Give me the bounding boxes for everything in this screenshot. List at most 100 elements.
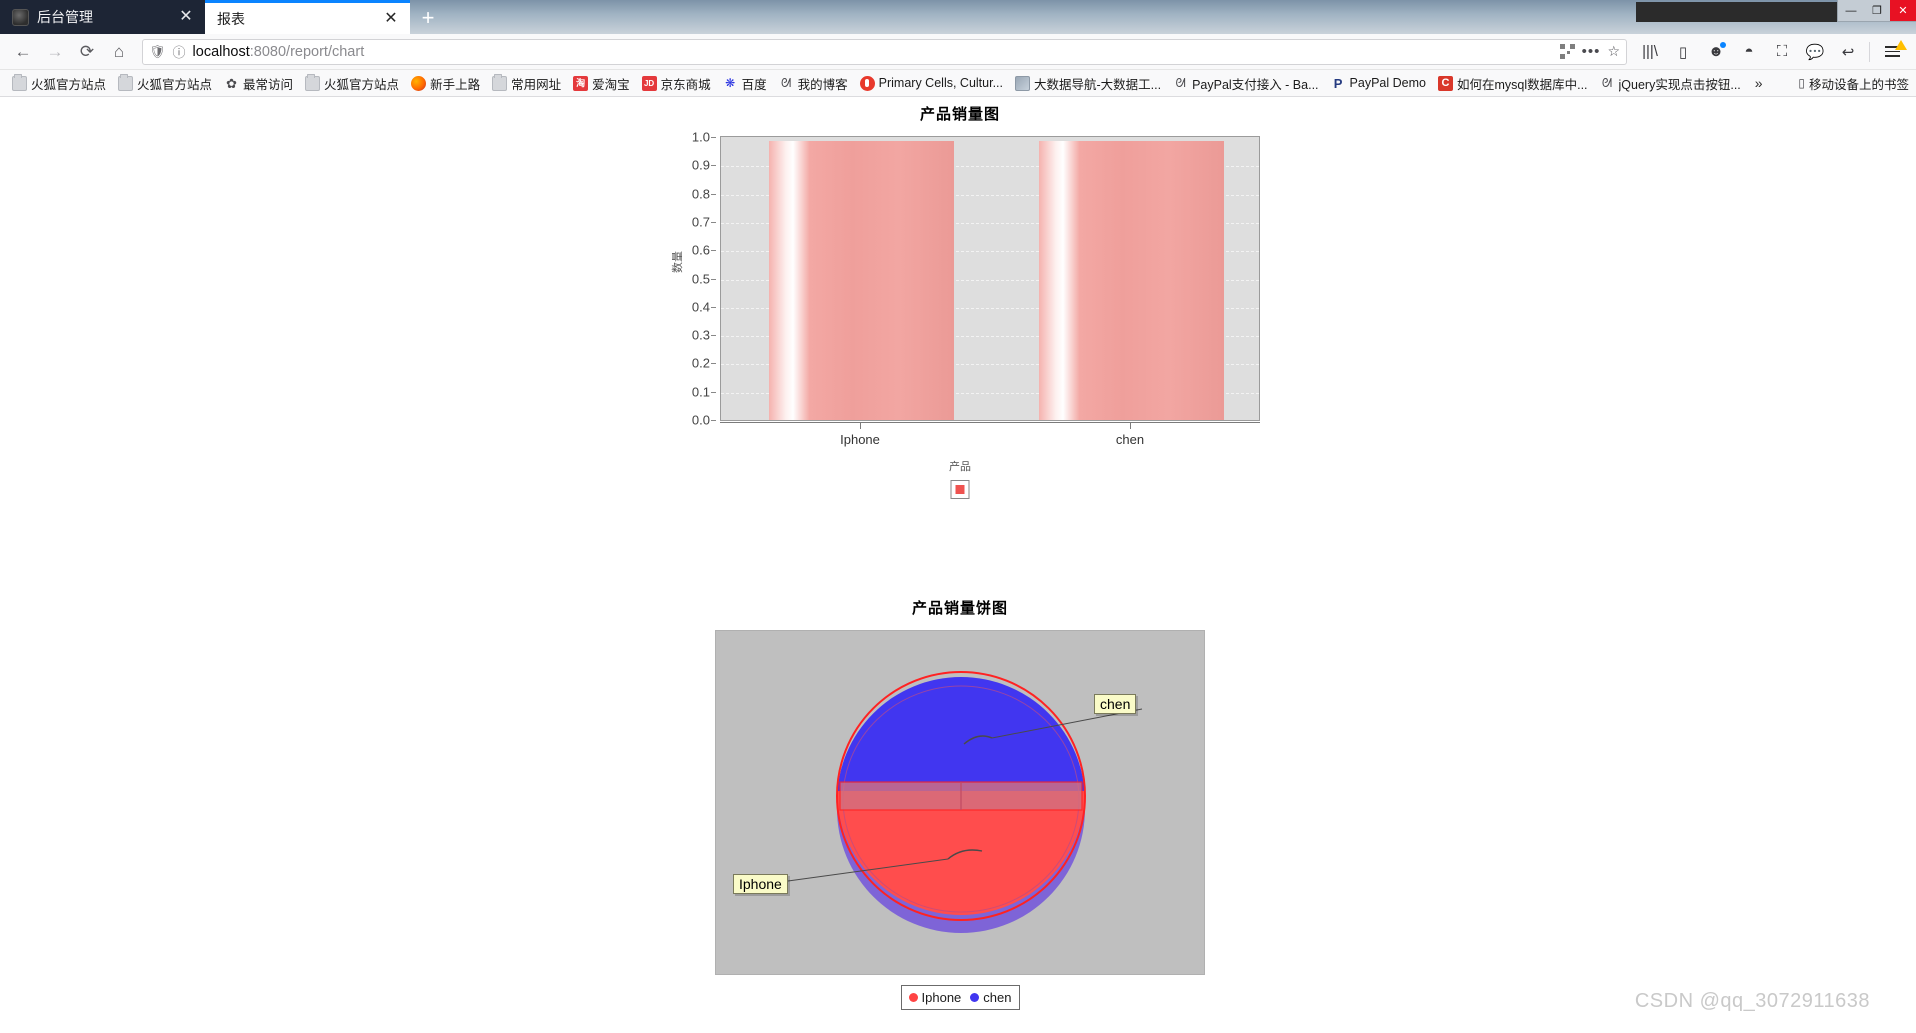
firefox-icon [411, 75, 427, 91]
site-info-icon[interactable]: ⓘ [173, 42, 186, 61]
bar-chart-y-tickmark [711, 137, 716, 138]
navigation-toolbar: ← → ⟳ ⌂ 🛡 ⓘ localhost:8080/report/chart … [0, 34, 1916, 70]
pie-chart-plot-area: chen Iphone [715, 630, 1205, 975]
bookmark-label: PayPal Demo [1349, 76, 1426, 90]
bookmark-item[interactable]: 淘爱淘宝 [568, 72, 635, 95]
taobao-icon: 淘 [573, 75, 589, 91]
folder-icon [118, 73, 134, 91]
legend-dot-icon [908, 993, 918, 1002]
pie-slice-label-chen: chen [1094, 694, 1137, 714]
bookmark-label: 移动设备上的书签 [1808, 77, 1909, 92]
bar-chart-title: 产品销量图 [919, 105, 1000, 123]
bar-chart-x-tickmark [1130, 423, 1131, 429]
bookmark-label: 爱淘宝 [592, 77, 630, 92]
close-window-button[interactable]: ✕ [1890, 0, 1916, 21]
bookmark-item[interactable]: JD 京东商城 [637, 72, 716, 95]
window-controls: — ❐ ✕ [1837, 0, 1916, 22]
browser-tab-active[interactable]: 报表 ✕ [205, 0, 410, 34]
back-icon[interactable]: ← [8, 37, 38, 67]
toolbar-divider [1869, 41, 1870, 62]
account-icon[interactable]: ☻ [1701, 37, 1731, 67]
home-icon[interactable]: ⌂ [104, 37, 134, 67]
warning-badge-icon [1895, 39, 1907, 50]
tab-close-icon[interactable]: ✕ [177, 9, 195, 25]
bookmark-item[interactable]: ᘛ jQuery实现点击按钮... [1595, 72, 1746, 95]
qr-code-icon[interactable] [1559, 44, 1575, 59]
legend-item-iphone: Iphone [908, 990, 962, 1005]
sync-globe-icon[interactable]: ◓ [1734, 37, 1764, 67]
bar-chart-x-label: Iphone [840, 432, 880, 447]
tab-title: 报表 [217, 10, 245, 27]
bar-chart-y-tick-label: 0.7 [691, 214, 710, 230]
bar-chart-y-tick-label: 0.0 [691, 412, 710, 428]
bookmark-item[interactable]: ᘛ PayPal支付接入 - Ba... [1168, 72, 1323, 95]
bookmark-item[interactable]: P PayPal Demo [1326, 74, 1431, 93]
url-path: :8080/report/chart [249, 43, 365, 60]
bookmark-item[interactable]: 新手上路 [406, 72, 485, 95]
bookmark-item[interactable]: 火狐官方站点 [7, 72, 111, 95]
bookmark-item[interactable]: Primary Cells, Cultur... [855, 74, 1008, 93]
library-icon[interactable]: |||\ [1635, 37, 1665, 67]
bookmark-item[interactable]: ✿ 最常访问 [219, 72, 298, 95]
bar-chart-y-tickmark [711, 363, 716, 365]
bar-chart-y-tick-label: 1.0 [691, 129, 710, 145]
bookmark-item[interactable]: C 如何在mysql数据库中... [1433, 72, 1593, 95]
mobile-bookmarks-item[interactable]: ▯ 移动设备上的书签 [1798, 74, 1909, 93]
forward-icon[interactable]: → [40, 37, 70, 67]
folder-icon [492, 73, 508, 91]
bar-chart-x-tickmark [860, 423, 861, 429]
bookmark-item[interactable]: ❋ 百度 [718, 72, 772, 95]
tab-close-icon[interactable]: ✕ [382, 10, 400, 27]
bookmark-item[interactable]: 火狐官方站点 [113, 72, 217, 95]
tab-title: 后台管理 [37, 9, 93, 25]
page-content: 产品销量图 数量 1.0 0.9 0.8 0.7 0.6 0.5 0.4 0.3 0.2 0.1 0… [0, 97, 1916, 1033]
bar-chart: 产品销量图 数量 1.0 0.9 0.8 0.7 0.6 0.5 0.4 0.3 0.2 0.1 0… [660, 103, 1260, 499]
bookmark-item[interactable]: ᘛ 我的博客 [774, 72, 853, 95]
bar-chart-x-label: chen [1115, 432, 1145, 447]
page-actions-icon[interactable]: ••• [1582, 43, 1601, 60]
bookmark-label: jQuery实现点击按钮... [1618, 77, 1741, 92]
undo-icon[interactable]: ↩ [1833, 37, 1863, 67]
bar-chart-body: 数量 1.0 0.9 0.8 0.7 0.6 0.5 0.4 0.3 0.2 0.1 0.0 Iph… [660, 130, 1260, 499]
maximize-button[interactable]: ❐ [1864, 0, 1890, 21]
legend-dot-icon [970, 993, 980, 1002]
legend-label: Iphone [921, 990, 962, 1005]
bookmark-item[interactable]: 火狐官方站点 [300, 72, 404, 95]
tab-strip: 后台管理 ✕ 报表 ✕ + — ❐ ✕ [0, 0, 1916, 34]
bar-chart-y-tick-label: 0.4 [691, 299, 710, 315]
bar-chart-y-ticks: 1.0 0.9 0.8 0.7 0.6 0.5 0.4 0.3 0.2 0.1 0.0 [682, 130, 716, 428]
screenshot-icon[interactable]: ⛶ [1767, 37, 1797, 67]
reload-icon[interactable]: ⟳ [72, 37, 102, 67]
bookmark-label: 常用网址 [511, 77, 562, 92]
bar-chart-legend [950, 480, 970, 499]
chat-icon[interactable]: 💬 [1800, 37, 1830, 67]
bar-chart-bar [1039, 141, 1224, 420]
pie-chart-title: 产品销量饼图 [911, 599, 1008, 617]
bar-chart-y-tick-label: 0.9 [691, 157, 710, 173]
url-text: localhost:8080/report/chart [193, 44, 1553, 60]
address-bar[interactable]: 🛡 ⓘ localhost:8080/report/chart ••• ☆ [142, 38, 1627, 65]
baidu-icon: ❋ [725, 75, 736, 90]
bar-chart-y-tickmark [711, 420, 716, 421]
bookmark-label: 火狐官方站点 [137, 77, 213, 92]
minimize-button[interactable]: — [1838, 0, 1864, 21]
bookmarks-overflow-icon[interactable]: » [1748, 75, 1770, 91]
bookmark-item[interactable]: 大数据导航-大数据工... [1010, 72, 1166, 95]
pie-chart: 产品销量饼图 chen Iphone Iphone chen [660, 597, 1260, 1010]
sidebar-icon[interactable]: ▯ [1668, 37, 1698, 67]
bookmark-label: 火狐官方站点 [324, 77, 400, 92]
bookmark-item[interactable]: 常用网址 [487, 72, 566, 95]
browser-tab-background[interactable]: 后台管理 ✕ [0, 0, 205, 34]
bar-chart-y-tickmark [711, 391, 716, 393]
bookmark-label: 百度 [741, 77, 767, 92]
app-menu-button[interactable] [1876, 37, 1908, 67]
paypal-link-icon: ᘛ [1175, 75, 1186, 90]
shield-icon[interactable]: 🛡 [149, 44, 166, 60]
bookmark-label: 火狐官方站点 [31, 77, 107, 92]
bar-chart-y-tickmark [711, 250, 716, 252]
mobile-device-icon: ▯ [1798, 75, 1805, 90]
new-tab-button[interactable]: + [410, 3, 446, 33]
bar-chart-y-tick-label: 0.8 [691, 186, 710, 202]
bar-chart-bar [769, 141, 954, 420]
bookmark-star-icon[interactable]: ☆ [1607, 43, 1620, 60]
